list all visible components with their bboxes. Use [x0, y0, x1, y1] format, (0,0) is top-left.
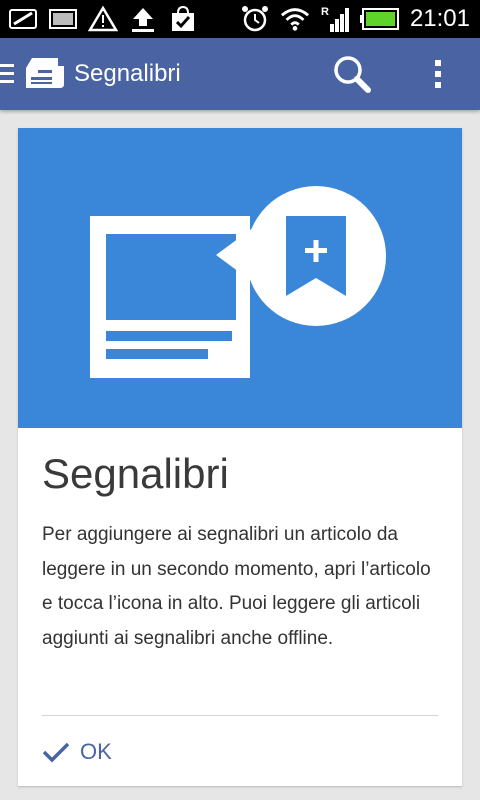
- status-bar-left: [8, 4, 198, 34]
- notification-icon: [8, 4, 38, 34]
- status-bar-right: R 21:01: [240, 4, 470, 34]
- overflow-menu-button[interactable]: [426, 54, 450, 94]
- wifi-icon: [280, 4, 310, 34]
- app-title: Segnalibri: [74, 60, 181, 87]
- overflow-menu-icon: [435, 60, 441, 88]
- store-icon: [168, 4, 198, 34]
- signal-icon: R: [320, 4, 350, 34]
- alarm-icon: [240, 4, 270, 34]
- app-bar: Segnalibri: [0, 38, 480, 110]
- warning-icon: [88, 4, 118, 34]
- bookmarks-card: Segnalibri Per aggiungere ai segnalibri …: [18, 128, 462, 786]
- check-icon: [42, 742, 70, 763]
- search-button[interactable]: [330, 54, 374, 94]
- bookmarks-illustration: [18, 128, 462, 428]
- menu-icon[interactable]: [0, 62, 16, 86]
- divider: [42, 715, 438, 716]
- search-icon: [334, 56, 371, 93]
- app-logo-icon[interactable]: [22, 56, 66, 92]
- ok-button-label: OK: [80, 739, 112, 764]
- card-description: Per aggiungere ai segnalibri un articolo…: [42, 524, 431, 649]
- ok-button[interactable]: OK: [42, 734, 112, 770]
- status-time: 21:01: [409, 5, 470, 32]
- status-bar: R 21:01: [0, 0, 480, 38]
- image-icon: [48, 4, 78, 34]
- svg-text:R: R: [321, 6, 329, 18]
- upload-icon: [128, 4, 158, 34]
- card-title: Segnalibri: [42, 450, 229, 497]
- article-illustration-icon: [90, 216, 250, 378]
- battery-icon: [359, 4, 400, 34]
